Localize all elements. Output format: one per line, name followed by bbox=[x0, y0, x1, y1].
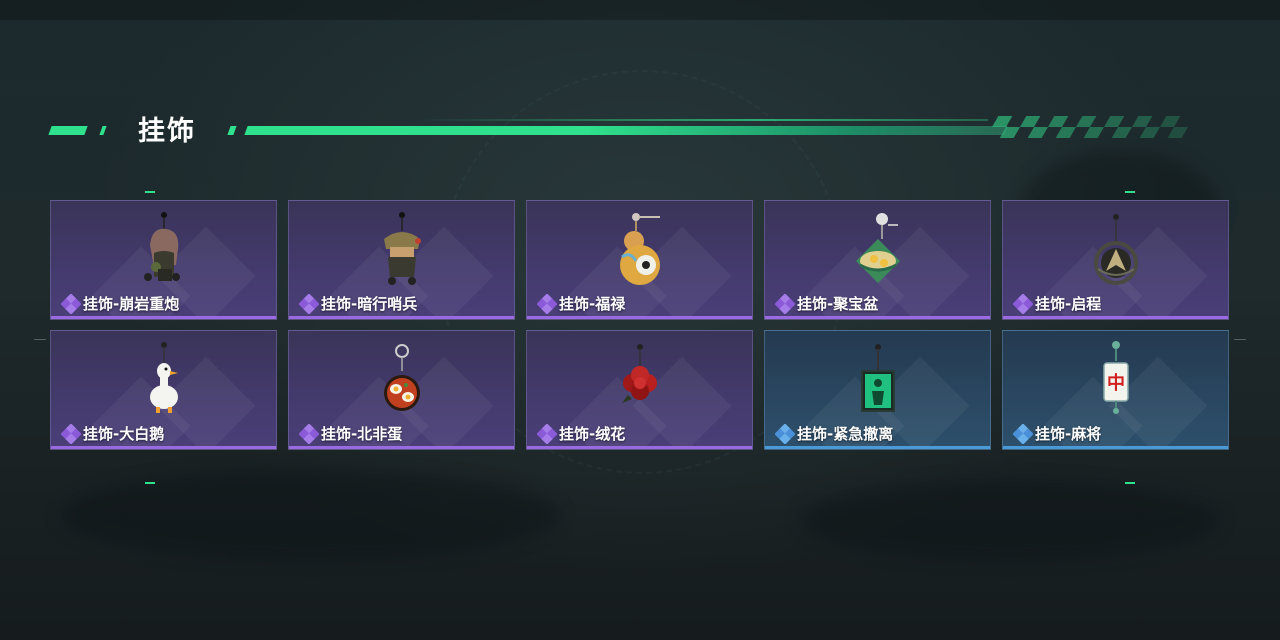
charm-card[interactable]: 挂饰-聚宝盆 bbox=[764, 200, 991, 320]
rarity-bar bbox=[765, 316, 990, 319]
rarity-diamond-icon bbox=[61, 424, 81, 444]
charm-name: 挂饰-聚宝盆 bbox=[797, 295, 879, 313]
background-shadow bbox=[800, 480, 1220, 560]
side-marker bbox=[1234, 339, 1246, 340]
rarity-diamond-icon bbox=[775, 424, 795, 444]
charm-grid: 挂饰-崩岩重炮 挂饰-暗行哨兵 挂饰-福禄 挂饰-聚宝盆 挂饰-启程 挂饰-大白… bbox=[50, 200, 1230, 450]
rarity-bar bbox=[765, 446, 990, 449]
charm-card[interactable]: 挂饰-北非蛋 bbox=[288, 330, 515, 450]
charm-name: 挂饰-暗行哨兵 bbox=[321, 295, 418, 313]
charm-card[interactable]: 挂饰-暗行哨兵 bbox=[288, 200, 515, 320]
emblem-charm-icon bbox=[1094, 214, 1138, 285]
rarity-bar bbox=[289, 446, 514, 449]
rarity-bar bbox=[527, 446, 752, 449]
rarity-diamond-icon bbox=[299, 424, 319, 444]
section-header: 挂饰 bbox=[48, 108, 1208, 148]
gourd-charm-icon bbox=[620, 213, 660, 285]
charm-name: 挂饰-福禄 bbox=[559, 295, 626, 313]
corner-tick bbox=[145, 482, 155, 484]
shakshuka-charm-icon bbox=[384, 344, 420, 411]
evac-sign-charm-icon bbox=[861, 344, 895, 412]
charm-card[interactable]: 挂饰-绒花 bbox=[526, 330, 753, 450]
rarity-bar bbox=[51, 316, 276, 319]
rarity-diamond-icon bbox=[299, 294, 319, 314]
treasure-bowl-charm-icon bbox=[856, 213, 900, 283]
rock-soldier-charm-icon bbox=[144, 212, 180, 281]
header-thin-line bbox=[418, 119, 988, 121]
red-flower-charm-icon bbox=[622, 344, 657, 403]
rarity-diamond-icon bbox=[1013, 294, 1033, 314]
header-accent-bar bbox=[48, 126, 88, 135]
rarity-diamond-icon bbox=[775, 294, 795, 314]
header-accent-bar bbox=[99, 126, 107, 135]
background-scene: 挂饰 挂饰-崩岩重炮 挂饰-暗行哨兵 挂饰-福禄 挂饰-聚宝盆 挂饰-启程 挂饰… bbox=[0, 0, 1280, 640]
charm-card[interactable]: 挂饰-福禄 bbox=[526, 200, 753, 320]
header-accent-line bbox=[244, 126, 1008, 135]
rarity-diamond-icon bbox=[537, 294, 557, 314]
rarity-bar bbox=[51, 446, 276, 449]
charm-name: 挂饰-紧急撤离 bbox=[797, 425, 894, 443]
charm-name: 挂饰-崩岩重炮 bbox=[83, 295, 180, 313]
charm-name: 挂饰-启程 bbox=[1035, 295, 1102, 313]
rarity-diamond-icon bbox=[537, 424, 557, 444]
charm-card[interactable]: 挂饰-崩岩重炮 bbox=[50, 200, 277, 320]
charm-name: 挂饰-麻将 bbox=[1035, 425, 1102, 443]
charm-name: 挂饰-绒花 bbox=[559, 425, 626, 443]
rarity-bar bbox=[1003, 446, 1228, 449]
side-marker bbox=[34, 339, 46, 340]
corner-tick bbox=[1125, 482, 1135, 484]
goose-charm-icon bbox=[150, 342, 178, 413]
rarity-bar bbox=[527, 316, 752, 319]
header-checker-pattern bbox=[992, 116, 1202, 138]
top-strip bbox=[0, 0, 1280, 20]
charm-card[interactable]: 中 挂饰-麻将 bbox=[1002, 330, 1229, 450]
charm-name: 挂饰-北非蛋 bbox=[321, 425, 403, 443]
section-title: 挂饰 bbox=[138, 116, 196, 147]
mahjong-tile-charm-icon: 中 bbox=[1103, 341, 1129, 414]
rarity-diamond-icon bbox=[61, 294, 81, 314]
charm-card[interactable]: 挂饰-启程 bbox=[1002, 200, 1229, 320]
mahjong-tile-text: 中 bbox=[1107, 372, 1125, 394]
rarity-diamond-icon bbox=[1013, 424, 1033, 444]
charm-name: 挂饰-大白鹅 bbox=[83, 425, 165, 443]
corner-tick bbox=[145, 191, 155, 193]
header-accent-bar bbox=[227, 126, 237, 135]
camo-soldier-charm-icon bbox=[384, 212, 421, 285]
rarity-bar bbox=[1003, 316, 1228, 319]
background-shadow bbox=[60, 470, 560, 560]
rarity-bar bbox=[289, 316, 514, 319]
charm-card[interactable]: 挂饰-紧急撤离 bbox=[764, 330, 991, 450]
charm-card[interactable]: 挂饰-大白鹅 bbox=[50, 330, 277, 450]
corner-tick bbox=[1125, 191, 1135, 193]
